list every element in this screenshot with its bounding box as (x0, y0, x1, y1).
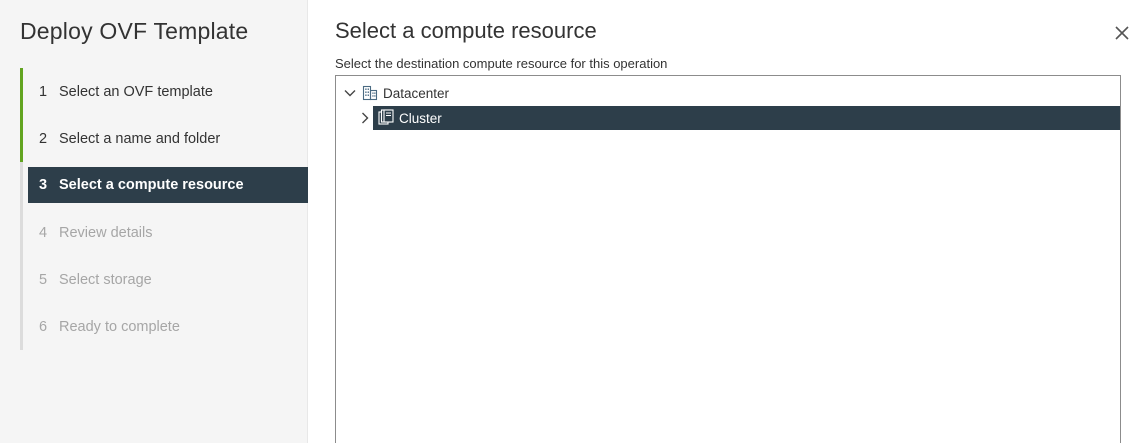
compute-resource-tree: Datacenter Cluster (335, 75, 1121, 443)
tree-node-datacenter[interactable]: Datacenter (336, 81, 1120, 105)
step-progress-bar (20, 209, 23, 256)
step-label: Select an OVF template (59, 83, 213, 100)
step-select-name-folder[interactable]: 2 Select a name and folder (20, 115, 308, 162)
tree-node-label: Cluster (399, 110, 442, 126)
datacenter-icon (362, 85, 378, 101)
step-select-compute-resource[interactable]: 3 Select a compute resource (20, 162, 308, 209)
wizard-content: Select a compute resource Select the des… (308, 0, 1145, 443)
step-progress-bar (20, 68, 23, 115)
cluster-icon (378, 109, 394, 125)
step-ready-to-complete: 6 Ready to complete (20, 303, 308, 350)
close-icon[interactable] (1113, 24, 1131, 42)
step-label: Select a compute resource (59, 177, 244, 193)
chevron-down-icon[interactable] (343, 86, 357, 100)
step-select-storage: 5 Select storage (20, 256, 308, 303)
chevron-right-icon[interactable] (358, 111, 372, 125)
step-progress-bar (20, 115, 23, 162)
wizard-sidebar: Deploy OVF Template 1 Select an OVF temp… (0, 0, 308, 443)
step-review-details: 4 Review details (20, 209, 308, 256)
page-subtitle: Select the destination compute resource … (335, 56, 668, 71)
wizard-title: Deploy OVF Template (20, 18, 249, 44)
step-label: Review details (59, 224, 153, 241)
step-progress-bar (20, 303, 23, 350)
step-number: 2 (39, 130, 48, 147)
step-number: 4 (39, 224, 48, 241)
tree-node-label: Datacenter (383, 85, 450, 101)
page-title: Select a compute resource (335, 18, 597, 43)
step-progress-bar (20, 162, 23, 209)
step-progress-bar (20, 256, 23, 303)
step-label: Select a name and folder (59, 130, 221, 147)
step-label: Ready to complete (59, 318, 180, 335)
step-number: 1 (39, 83, 48, 100)
step-number: 3 (39, 177, 48, 193)
step-select-ovf-template[interactable]: 1 Select an OVF template (20, 68, 308, 115)
deploy-ovf-wizard: Deploy OVF Template 1 Select an OVF temp… (0, 0, 1145, 443)
step-number: 5 (39, 271, 48, 288)
selected-node-highlight (373, 106, 1120, 130)
wizard-steps: 1 Select an OVF template 2 Select a name… (20, 68, 308, 350)
tree-node-cluster[interactable]: Cluster (336, 106, 1120, 130)
step-number: 6 (39, 318, 48, 335)
step-label: Select storage (59, 271, 152, 288)
